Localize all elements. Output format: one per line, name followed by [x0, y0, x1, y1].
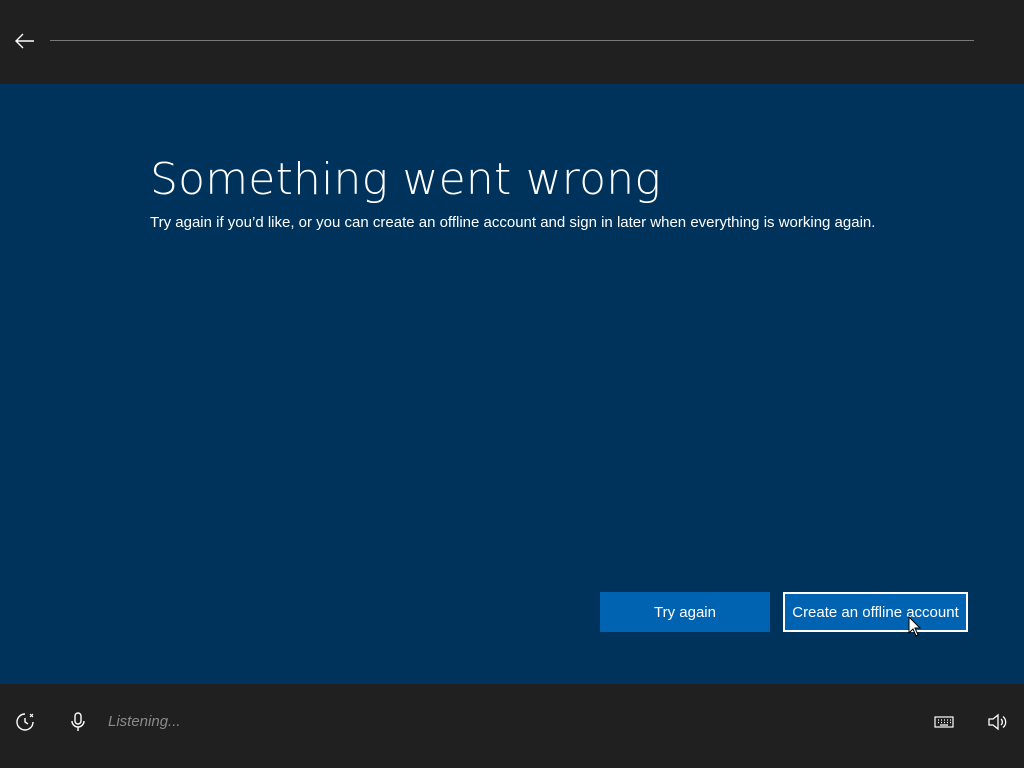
try-again-button[interactable]: Try again: [600, 592, 770, 632]
bottom-bar: Listening...: [0, 684, 1024, 768]
top-bar: [0, 0, 1024, 84]
page-title: Something went wrong: [150, 154, 661, 205]
on-screen-keyboard-button[interactable]: [930, 708, 958, 736]
page-description: Try again if you’d like, or you can crea…: [150, 214, 876, 231]
ease-of-access-icon: [16, 713, 34, 731]
main-panel: Something went wrong Try again if you’d …: [0, 84, 1024, 684]
arrow-left-icon: [15, 33, 34, 49]
volume-button[interactable]: [983, 708, 1011, 736]
volume-icon: [988, 713, 1007, 731]
microphone-icon: [71, 712, 85, 731]
back-button[interactable]: [10, 26, 40, 56]
microphone-button[interactable]: [64, 708, 92, 736]
ease-of-access-button[interactable]: [11, 708, 39, 736]
create-offline-account-button[interactable]: Create an offline account: [783, 592, 968, 632]
keyboard-icon: [934, 716, 954, 728]
progress-line: [50, 40, 974, 41]
listening-status: Listening...: [108, 713, 181, 730]
